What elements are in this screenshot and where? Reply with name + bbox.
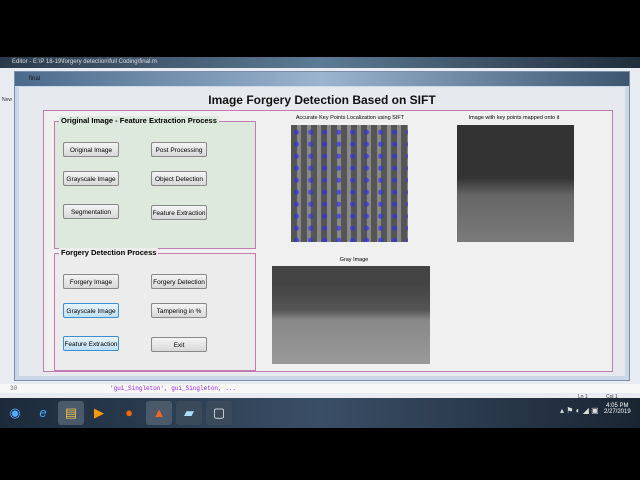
object-detection-button[interactable]: Object Detection	[151, 171, 207, 186]
gray-image	[272, 266, 430, 364]
tray-icons[interactable]: ▴ ⚑ ◐ ◢ ▣	[560, 406, 599, 415]
main-panel: Original Image - Feature Extraction Proc…	[43, 110, 613, 372]
feature-extraction-panel: Original Image - Feature Extraction Proc…	[54, 116, 256, 249]
sift-caption: Accurate Key Points Localization using S…	[295, 115, 405, 121]
sift-keypoints-image	[291, 125, 408, 242]
grayscale-image-button-2[interactable]: Grayscale Image	[63, 303, 119, 318]
date: 2/27/2019	[604, 409, 631, 415]
panel-title: Forgery Detection Process	[59, 248, 159, 257]
exit-button[interactable]: Exit	[151, 337, 207, 352]
explorer-icon[interactable]: ▤	[58, 401, 84, 425]
media-player-icon[interactable]: ▶	[86, 401, 112, 425]
feature-extraction-button[interactable]: Feature Extraction	[151, 205, 207, 220]
code-text: 'gui_Singleton', gui_Singleton, ...	[110, 385, 237, 392]
new-button[interactable]: New	[2, 97, 12, 103]
forgery-image-button[interactable]: Forgery Image	[63, 274, 119, 289]
matlab-icon[interactable]: ▲	[146, 401, 172, 425]
post-processing-button[interactable]: Post Processing	[151, 142, 207, 157]
notepad-icon[interactable]: ▰	[176, 401, 202, 425]
grayscale-image-button[interactable]: Grayscale Image	[63, 171, 119, 186]
forgery-detection-panel: Forgery Detection Process Forgery Image …	[54, 248, 256, 371]
start-icon[interactable]: ◉	[2, 401, 28, 425]
feature-extraction-button-2[interactable]: Feature Extraction	[63, 336, 119, 351]
gray-caption: Gray Image	[339, 257, 369, 263]
figure-body: Image Forgery Detection Based on SIFT Or…	[19, 87, 625, 376]
line-number: 30	[10, 385, 18, 392]
panel-title: Original Image - Feature Extraction Proc…	[59, 116, 219, 125]
firefox-icon[interactable]: ●	[116, 401, 142, 425]
figure-title-bar: final	[15, 72, 629, 86]
tampering-percent-button[interactable]: Tampering in %	[151, 303, 207, 318]
mapped-keypoints-image	[457, 125, 574, 242]
mapped-caption: Image with key points mapped onto it	[468, 115, 560, 121]
segmentation-button[interactable]: Segmentation	[63, 204, 119, 219]
taskbar: ◉ e ▤ ▶ ● ▲ ▰ ▢ ▴ ⚑ ◐ ◢ ▣ 4:05 PM 2/27/2…	[0, 398, 640, 428]
figure-icon[interactable]: ▢	[206, 401, 232, 425]
editor-title-bar: Editor - E:\P 18-19\forgery detection\fu…	[0, 57, 640, 68]
editor-window: Editor - E:\P 18-19\forgery detection\fu…	[0, 57, 640, 400]
clock[interactable]: 4:05 PM 2/27/2019	[604, 403, 631, 415]
code-line: 30 'gui_Singleton', gui_Singleton, ...	[0, 384, 640, 393]
figure-window: final Image Forgery Detection Based on S…	[14, 71, 630, 381]
page-title: Image Forgery Detection Based on SIFT	[208, 93, 436, 107]
forgery-detection-button[interactable]: Forgery Detection	[151, 274, 207, 289]
original-image-button[interactable]: Original Image	[63, 142, 119, 157]
ie-icon[interactable]: e	[30, 401, 56, 425]
